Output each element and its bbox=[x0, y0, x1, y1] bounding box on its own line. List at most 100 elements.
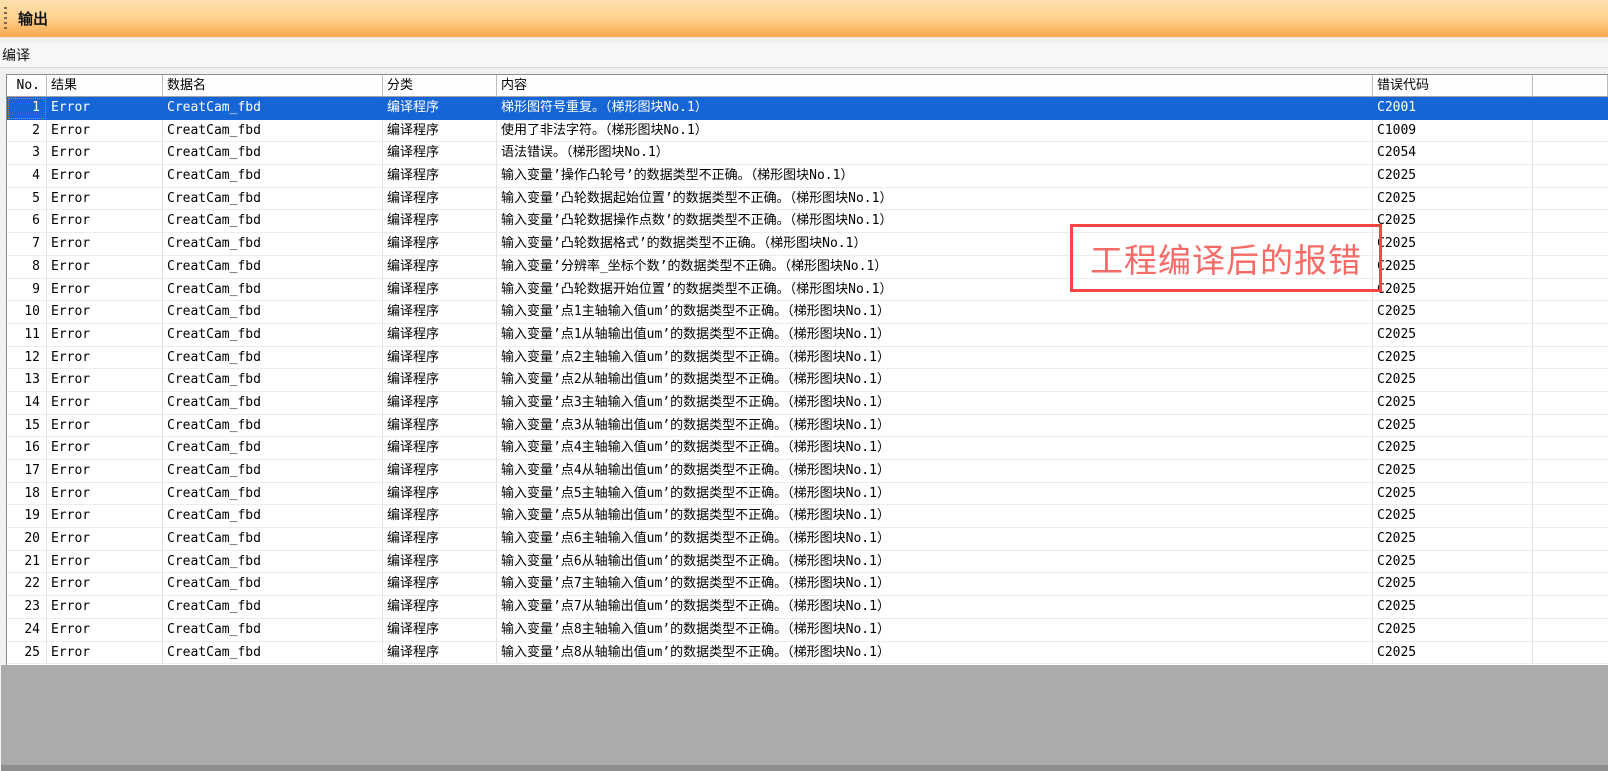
cell-errorCode[interactable]: C2025 bbox=[1373, 528, 1533, 551]
cell-errorCode[interactable]: C2025 bbox=[1373, 347, 1533, 370]
cell-errorCode[interactable]: C2025 bbox=[1373, 392, 1533, 415]
cell-errorCode[interactable]: C2001 bbox=[1373, 97, 1533, 120]
cell-errorCode[interactable]: C2025 bbox=[1373, 210, 1533, 233]
table-row[interactable]: 13ErrorCreatCam_fbd编译程序输入变量’点2从轴输出值um’的数… bbox=[7, 369, 1608, 392]
cell-result[interactable]: Error bbox=[47, 324, 163, 347]
table-row[interactable]: 11ErrorCreatCam_fbd编译程序输入变量’点1从轴输出值um’的数… bbox=[7, 324, 1608, 347]
cell-dataName[interactable]: CreatCam_fbd bbox=[163, 233, 383, 256]
cell-no[interactable]: 17 bbox=[7, 460, 47, 483]
table-row[interactable]: 2ErrorCreatCam_fbd编译程序使用了非法字符。（梯形图块No.1）… bbox=[7, 120, 1608, 143]
table-row[interactable]: 20ErrorCreatCam_fbd编译程序输入变量’点6主轴输入值um’的数… bbox=[7, 528, 1608, 551]
table-row[interactable]: 17ErrorCreatCam_fbd编译程序输入变量’点4从轴输出值um’的数… bbox=[7, 460, 1608, 483]
cell-category[interactable]: 编译程序 bbox=[383, 528, 497, 551]
cell-content[interactable]: 输入变量’点8主轴输入值um’的数据类型不正确。（梯形图块No.1） bbox=[497, 619, 1373, 642]
cell-content[interactable]: 输入变量’点3主轴输入值um’的数据类型不正确。（梯形图块No.1） bbox=[497, 392, 1373, 415]
cell-content[interactable]: 输入变量’点7从轴输出值um’的数据类型不正确。（梯形图块No.1） bbox=[497, 596, 1373, 619]
cell-errorCode[interactable]: C2025 bbox=[1373, 301, 1533, 324]
cell-errorCode[interactable]: C2025 bbox=[1373, 483, 1533, 506]
cell-content[interactable]: 输入变量’操作凸轮号’的数据类型不正确。（梯形图块No.1） bbox=[497, 165, 1373, 188]
cell-category[interactable]: 编译程序 bbox=[383, 120, 497, 143]
cell-result[interactable]: Error bbox=[47, 301, 163, 324]
table-row[interactable]: 10ErrorCreatCam_fbd编译程序输入变量’点1主轴输入值um’的数… bbox=[7, 301, 1608, 324]
cell-result[interactable]: Error bbox=[47, 573, 163, 596]
cell-no[interactable]: 4 bbox=[7, 165, 47, 188]
cell-content[interactable]: 语法错误。（梯形图块No.1） bbox=[497, 142, 1373, 165]
cell-content[interactable]: 输入变量’点6从轴输出值um’的数据类型不正确。（梯形图块No.1） bbox=[497, 551, 1373, 574]
cell-dataName[interactable]: CreatCam_fbd bbox=[163, 142, 383, 165]
table-row[interactable]: 19ErrorCreatCam_fbd编译程序输入变量’点5从轴输出值um’的数… bbox=[7, 505, 1608, 528]
cell-dataName[interactable]: CreatCam_fbd bbox=[163, 551, 383, 574]
cell-no[interactable]: 13 bbox=[7, 369, 47, 392]
cell-result[interactable]: Error bbox=[47, 142, 163, 165]
cell-dataName[interactable]: CreatCam_fbd bbox=[163, 596, 383, 619]
table-row[interactable]: 18ErrorCreatCam_fbd编译程序输入变量’点5主轴输入值um’的数… bbox=[7, 483, 1608, 506]
table-row[interactable]: 14ErrorCreatCam_fbd编译程序输入变量’点3主轴输入值um’的数… bbox=[7, 392, 1608, 415]
cell-errorCode[interactable]: C2025 bbox=[1373, 642, 1533, 665]
column-header-errorCode[interactable]: 错误代码 bbox=[1373, 75, 1533, 97]
cell-dataName[interactable]: CreatCam_fbd bbox=[163, 528, 383, 551]
cell-errorCode[interactable]: C2054 bbox=[1373, 142, 1533, 165]
column-header-result[interactable]: 结果 bbox=[47, 75, 163, 97]
table-row[interactable]: 12ErrorCreatCam_fbd编译程序输入变量’点2主轴输入值um’的数… bbox=[7, 347, 1608, 370]
cell-content[interactable]: 输入变量’点1从轴输出值um’的数据类型不正确。（梯形图块No.1） bbox=[497, 324, 1373, 347]
cell-result[interactable]: Error bbox=[47, 120, 163, 143]
cell-content[interactable]: 输入变量’点8从轴输出值um’的数据类型不正确。（梯形图块No.1） bbox=[497, 642, 1373, 665]
cell-result[interactable]: Error bbox=[47, 642, 163, 665]
cell-category[interactable]: 编译程序 bbox=[383, 188, 497, 211]
cell-result[interactable]: Error bbox=[47, 437, 163, 460]
table-row[interactable]: 23ErrorCreatCam_fbd编译程序输入变量’点7从轴输出值um’的数… bbox=[7, 596, 1608, 619]
cell-result[interactable]: Error bbox=[47, 279, 163, 302]
table-row[interactable]: 5ErrorCreatCam_fbd编译程序输入变量’凸轮数据起始位置’的数据类… bbox=[7, 188, 1608, 211]
cell-dataName[interactable]: CreatCam_fbd bbox=[163, 460, 383, 483]
cell-errorCode[interactable]: C2025 bbox=[1373, 188, 1533, 211]
cell-dataName[interactable]: CreatCam_fbd bbox=[163, 279, 383, 302]
table-row[interactable]: 21ErrorCreatCam_fbd编译程序输入变量’点6从轴输出值um’的数… bbox=[7, 551, 1608, 574]
cell-category[interactable]: 编译程序 bbox=[383, 347, 497, 370]
cell-category[interactable]: 编译程序 bbox=[383, 573, 497, 596]
cell-dataName[interactable]: CreatCam_fbd bbox=[163, 392, 383, 415]
cell-no[interactable]: 22 bbox=[7, 573, 47, 596]
cell-content[interactable]: 输入变量’点3从轴输出值um’的数据类型不正确。（梯形图块No.1） bbox=[497, 415, 1373, 438]
cell-category[interactable]: 编译程序 bbox=[383, 279, 497, 302]
table-row[interactable]: 1ErrorCreatCam_fbd编译程序梯形图符号重复。（梯形图块No.1）… bbox=[7, 97, 1608, 120]
column-header-category[interactable]: 分类 bbox=[383, 75, 497, 97]
cell-content[interactable]: 输入变量’点7主轴输入值um’的数据类型不正确。（梯形图块No.1） bbox=[497, 573, 1373, 596]
cell-dataName[interactable]: CreatCam_fbd bbox=[163, 369, 383, 392]
cell-result[interactable]: Error bbox=[47, 347, 163, 370]
cell-category[interactable]: 编译程序 bbox=[383, 415, 497, 438]
cell-category[interactable]: 编译程序 bbox=[383, 369, 497, 392]
cell-result[interactable]: Error bbox=[47, 97, 163, 120]
cell-no[interactable]: 11 bbox=[7, 324, 47, 347]
cell-dataName[interactable]: CreatCam_fbd bbox=[163, 188, 383, 211]
cell-no[interactable]: 10 bbox=[7, 301, 47, 324]
cell-category[interactable]: 编译程序 bbox=[383, 165, 497, 188]
drag-grip-icon[interactable] bbox=[4, 7, 7, 31]
cell-no[interactable]: 2 bbox=[7, 120, 47, 143]
cell-errorCode[interactable]: C2025 bbox=[1373, 619, 1533, 642]
column-header-content[interactable]: 内容 bbox=[497, 75, 1373, 97]
cell-dataName[interactable]: CreatCam_fbd bbox=[163, 505, 383, 528]
cell-content[interactable]: 输入变量’凸轮数据起始位置’的数据类型不正确。（梯形图块No.1） bbox=[497, 188, 1373, 211]
cell-result[interactable]: Error bbox=[47, 210, 163, 233]
cell-content[interactable]: 使用了非法字符。（梯形图块No.1） bbox=[497, 120, 1373, 143]
cell-category[interactable]: 编译程序 bbox=[383, 392, 497, 415]
cell-no[interactable]: 14 bbox=[7, 392, 47, 415]
cell-content[interactable]: 输入变量’点4从轴输出值um’的数据类型不正确。（梯形图块No.1） bbox=[497, 460, 1373, 483]
cell-category[interactable]: 编译程序 bbox=[383, 551, 497, 574]
cell-dataName[interactable]: CreatCam_fbd bbox=[163, 642, 383, 665]
table-row[interactable]: 24ErrorCreatCam_fbd编译程序输入变量’点8主轴输入值um’的数… bbox=[7, 619, 1608, 642]
cell-dataName[interactable]: CreatCam_fbd bbox=[163, 210, 383, 233]
cell-errorCode[interactable]: C2025 bbox=[1373, 165, 1533, 188]
cell-errorCode[interactable]: C2025 bbox=[1373, 415, 1533, 438]
cell-category[interactable]: 编译程序 bbox=[383, 437, 497, 460]
cell-content[interactable]: 输入变量’点4主轴输入值um’的数据类型不正确。（梯形图块No.1） bbox=[497, 437, 1373, 460]
cell-no[interactable]: 19 bbox=[7, 505, 47, 528]
cell-no[interactable]: 20 bbox=[7, 528, 47, 551]
compile-band[interactable]: 编译 bbox=[0, 43, 1608, 68]
cell-no[interactable]: 12 bbox=[7, 347, 47, 370]
cell-no[interactable]: 3 bbox=[7, 142, 47, 165]
cell-category[interactable]: 编译程序 bbox=[383, 483, 497, 506]
cell-no[interactable]: 9 bbox=[7, 279, 47, 302]
cell-category[interactable]: 编译程序 bbox=[383, 142, 497, 165]
cell-result[interactable]: Error bbox=[47, 460, 163, 483]
